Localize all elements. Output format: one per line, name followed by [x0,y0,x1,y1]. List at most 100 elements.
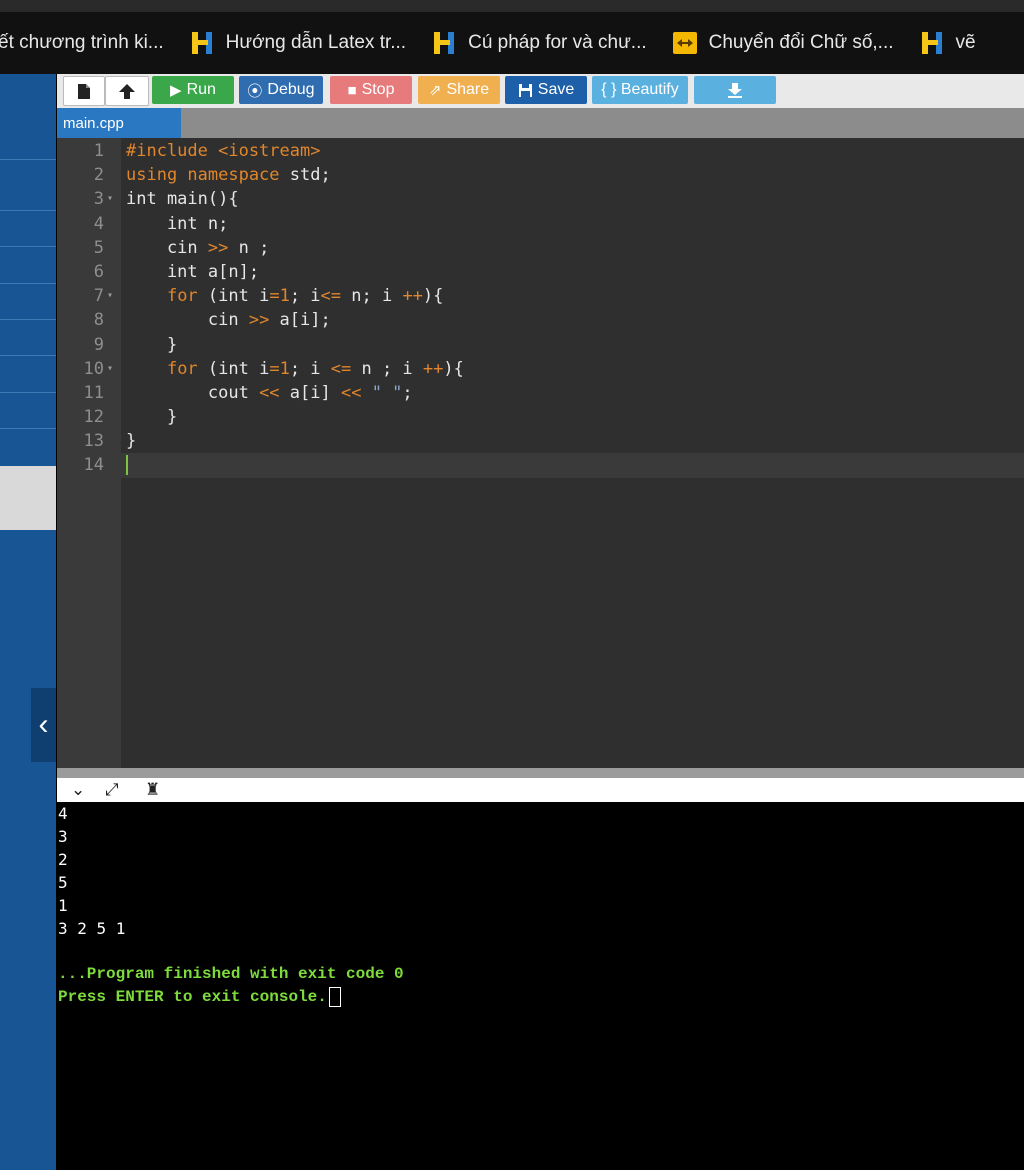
code-line: 5 cin >> n ; [57,236,1024,260]
code-line-active: 14 [57,453,1024,478]
code-text: n ; [228,237,270,258]
line-number: 7 [93,286,104,307]
code-text: a[i] [279,382,341,403]
code-text: cout [126,382,260,403]
line-number: 1 [93,141,104,161]
new-file-button[interactable] [63,76,105,106]
left-sidebar: ‹ [0,74,56,1170]
debug-button[interactable]: ⦿ Debug [239,76,323,104]
code-operator: ++ [402,286,423,307]
console-output[interactable]: 4 3 2 5 1 3 2 5 1 ...Program finished wi… [57,802,1024,1170]
tab-label: main.cpp [63,114,124,132]
fold-arrow-icon[interactable]: ▾ [107,187,113,211]
download-button[interactable] [694,76,776,104]
console-line: 3 2 5 1 [58,919,126,938]
sidebar-divider [0,283,56,284]
toolbar: ▶ Run ⦿ Debug ■ Stop ⇗ Share Save { } Be… [57,74,1024,108]
code-text: } [126,431,137,452]
line-number: 14 [83,455,104,476]
file-tab-bar: main.cpp [57,108,1024,138]
sidebar-divider [0,159,56,160]
code-keyword: for [166,286,198,307]
console-resize-handle[interactable] [57,768,1024,778]
line-number: 5 [93,237,104,258]
fold-arrow-icon[interactable]: ▾ [107,284,113,308]
code-line: 4 int n; [57,212,1024,236]
code-text: } [126,334,178,355]
share-button[interactable]: ⇗ Share [418,76,500,104]
line-number: 12 [83,407,104,428]
bookmark-item-5[interactable]: vẽ [920,31,976,55]
stop-button[interactable]: ■ Stop [330,76,412,104]
code-string: " " [371,382,403,403]
beautify-button[interactable]: { } Beautify [592,76,688,104]
stop-label: Stop [361,81,395,98]
save-button[interactable]: Save [505,76,587,104]
code-text: int main(){ [126,189,239,210]
text-cursor [126,455,128,476]
code-text: n ; i [351,358,423,379]
code-text: int n; [126,213,229,234]
clear-console-icon[interactable]: ♜ [145,780,160,800]
bookmark-item-3[interactable]: Cú pháp for và chư... [432,31,647,55]
bookmarks-bar: ết chương trình ki... Hướng dẫn Latex tr… [0,12,1024,74]
beautify-label: { } Beautify [601,81,679,98]
code-text: cin [126,310,249,331]
sidebar-divider [0,319,56,320]
h-logo-icon [191,32,212,54]
bookmark-item-2[interactable]: Hướng dẫn Latex tr... [190,31,406,55]
bookmark-label: Cú pháp for và chư... [468,32,647,53]
code-text: ; i [289,286,321,307]
code-text: ){ [422,286,444,307]
console-line: 5 [58,873,68,892]
code-text: ){ [443,358,464,379]
share-label: Share [446,81,490,98]
console-header: ⌄ ⤢ ♜ [57,778,1024,802]
console-line: 1 [58,896,68,915]
line-number: 8 [93,310,104,331]
code-line: 8 cin >> a[i]; [57,308,1024,332]
code-line: 6 int a[n]; [57,260,1024,284]
code-operator: << [340,382,362,403]
file-icon [78,83,90,99]
line-number: 9 [93,334,104,355]
code-text: std; [279,165,331,186]
code-line: 2 using namespace std; [57,163,1024,187]
sidebar-divider [0,246,56,247]
sidebar-divider [0,210,56,211]
h-logo-icon [434,32,455,54]
bookmark-item-1[interactable]: ết chương trình ki... [0,32,164,54]
code-text: (int i [197,286,270,307]
console-line: 4 [58,804,68,823]
line-number: 6 [93,261,104,282]
code-editor[interactable]: 1 #include <iostream> 2 using namespace … [57,138,1024,768]
code-line: 13 } [57,429,1024,453]
code-operator: ++ [422,358,444,379]
bookmark-label: ết chương trình ki... [0,32,164,53]
fold-arrow-icon[interactable]: ▾ [107,357,113,381]
console-line: 2 [58,850,68,869]
tab-main-cpp[interactable]: main.cpp [57,108,181,138]
code-operator: << [259,382,280,403]
sidebar-divider [0,355,56,356]
code-operator: =1 [269,358,290,379]
bookmark-item-4[interactable]: Chuyển đổi Chữ số,... [672,31,894,55]
share-icon: ⇗ [428,82,442,99]
run-label: Run [186,81,216,98]
bookmark-label: Hướng dẫn Latex tr... [225,32,407,53]
code-keyword: using namespace [126,165,280,186]
h-logo-icon [921,32,942,54]
sidebar-collapse-button[interactable]: ‹ [31,688,56,762]
save-icon [518,83,532,97]
code-line: 7 ▾ for (int i=1; i<= n; i ++){ [57,284,1024,308]
bookmark-label: Chuyển đổi Chữ số,... [708,32,894,53]
upload-button[interactable] [105,76,149,106]
expand-icon[interactable]: ⤢ [105,780,119,800]
console-line: 3 [58,827,68,846]
run-button[interactable]: ▶ Run [152,76,234,104]
chevron-left-icon: ‹ [38,708,49,741]
chevron-down-icon[interactable]: ⌄ [71,780,85,800]
code-text: n; i [341,286,403,307]
